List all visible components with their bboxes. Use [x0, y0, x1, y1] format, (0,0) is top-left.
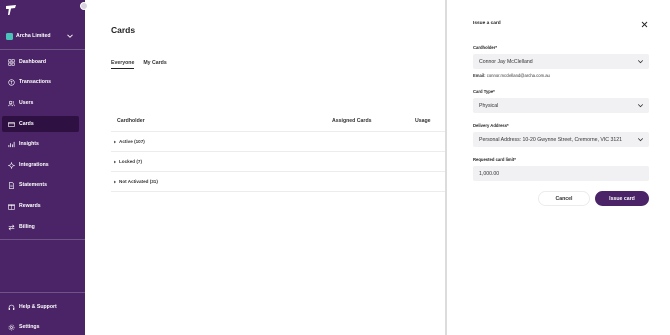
- sidebar-item-label: Billing: [19, 224, 35, 230]
- card-icon: [8, 121, 15, 127]
- sidebar-item-statements[interactable]: Statements: [2, 177, 79, 193]
- sidebar-item-label: Dashboard: [19, 59, 47, 65]
- group-label: Not Activated (31): [119, 179, 158, 184]
- sidebar-divider: [0, 292, 85, 293]
- sidebar-item-label: Rewards: [19, 203, 41, 209]
- table-divider: [111, 171, 445, 172]
- group-row-not-activated[interactable]: Not Activated (31): [113, 179, 158, 184]
- issue-card-button[interactable]: Issue card: [595, 191, 649, 206]
- cardholder-value: Connor Jay McClelland: [479, 58, 533, 65]
- dashboard-icon: [8, 58, 15, 66]
- tab-everyone[interactable]: Everyone: [111, 60, 135, 69]
- column-header-usage[interactable]: Usage: [415, 118, 431, 124]
- close-icon[interactable]: [641, 21, 648, 28]
- org-switcher[interactable]: Archa Limited: [6, 29, 78, 43]
- email-label: Email:: [473, 73, 486, 78]
- group-label: Active (107): [119, 139, 145, 144]
- sidebar-item-label: Statements: [19, 182, 47, 188]
- sidebar-item-billing[interactable]: Billing: [2, 219, 79, 235]
- statements-icon: [9, 181, 14, 189]
- chevron-down-icon: [637, 104, 644, 108]
- tab-bar: Everyone My Cards: [111, 60, 176, 69]
- org-badge-icon: [6, 32, 13, 40]
- sidebar-item-label: Cards: [19, 121, 34, 127]
- card-type-label: Card Type*: [473, 89, 495, 94]
- column-header-assigned-cards[interactable]: Assigned Cards: [332, 118, 372, 124]
- card-limit-input[interactable]: 1,000.00: [473, 166, 649, 181]
- rewards-icon: [8, 203, 15, 210]
- card-limit-label: Requested card limit*: [473, 157, 516, 162]
- org-name: Archa Limited: [16, 33, 51, 39]
- insights-icon: [8, 141, 15, 147]
- card-type-value: Physical: [479, 102, 499, 109]
- table-divider: [111, 151, 445, 152]
- billing-icon: [8, 224, 15, 230]
- sidebar-item-transactions[interactable]: Transactions: [2, 74, 79, 90]
- cancel-button[interactable]: Cancel: [538, 191, 590, 206]
- chevron-down-icon: [637, 60, 644, 64]
- archa-logo: [6, 5, 16, 15]
- card-type-select[interactable]: Physical: [473, 98, 649, 113]
- sidebar-divider: [0, 239, 85, 240]
- sidebar-item-label: Insights: [19, 141, 39, 147]
- delivery-address-select[interactable]: Personal Address: 10-20 Gwynne Street, C…: [473, 132, 649, 147]
- help-icon: [8, 304, 15, 310]
- sidebar-item-label: Transactions: [19, 79, 52, 85]
- cardholder-select[interactable]: Connor Jay McClelland: [473, 54, 649, 69]
- sidebar-collapse-toggle[interactable]: [80, 2, 88, 10]
- group-label: Locked (7): [119, 159, 142, 164]
- sidebar-item-label: Help & Support: [19, 304, 57, 310]
- caret-right-icon: [114, 140, 116, 143]
- group-row-locked[interactable]: Locked (7): [113, 159, 142, 164]
- sidebar-item-settings[interactable]: Settings: [2, 319, 79, 335]
- panel-title: Issue a card: [473, 21, 501, 26]
- chevron-down-icon: [637, 138, 644, 142]
- sidebar-item-integrations[interactable]: Integrations: [2, 157, 79, 173]
- users-icon: [8, 100, 15, 106]
- transactions-icon: [8, 78, 15, 86]
- main-content: Cards Everyone My Cards Cardholder Assig…: [85, 0, 445, 335]
- sidebar-item-users[interactable]: Users: [2, 95, 79, 111]
- caret-right-icon: [114, 180, 116, 183]
- sidebar-item-label: Settings: [19, 324, 40, 330]
- table-divider: [111, 131, 445, 132]
- caret-right-icon: [114, 160, 116, 163]
- cardholder-label: Cardholder*: [473, 45, 497, 50]
- sidebar-item-insights[interactable]: Insights: [2, 136, 79, 152]
- page-title: Cards: [111, 25, 136, 35]
- issue-card-panel: Issue a card Cardholder* Connor Jay McCl…: [447, 0, 670, 335]
- sidebar-item-dashboard[interactable]: Dashboard: [2, 54, 79, 70]
- column-header-cardholder[interactable]: Cardholder: [117, 118, 145, 124]
- group-row-active[interactable]: Active (107): [113, 139, 145, 144]
- table-divider: [111, 191, 445, 192]
- sidebar-item-help-support[interactable]: Help & Support: [2, 299, 79, 315]
- sidebar-item-label: Integrations: [19, 162, 49, 168]
- chevron-down-icon: [67, 34, 73, 38]
- integrations-icon: [8, 161, 15, 169]
- sidebar-item-rewards[interactable]: Rewards: [2, 198, 79, 214]
- card-limit-value: 1,000.00: [479, 170, 500, 177]
- cardholder-email: Email: connor.mcclelland@archa.com.au: [473, 73, 550, 78]
- delivery-address-value: Personal Address: 10-20 Gwynne Street, C…: [479, 136, 623, 143]
- settings-icon: [8, 324, 15, 330]
- email-value: connor.mcclelland@archa.com.au: [486, 73, 550, 78]
- sidebar-item-cards[interactable]: Cards: [2, 116, 79, 132]
- sidebar-item-label: Users: [19, 100, 34, 106]
- sidebar-divider: [0, 49, 85, 50]
- sidebar: Archa Limited Dashboard Transactions Use…: [0, 0, 85, 335]
- delivery-address-label: Delivery Address*: [473, 123, 509, 128]
- tab-my-cards[interactable]: My Cards: [143, 60, 166, 69]
